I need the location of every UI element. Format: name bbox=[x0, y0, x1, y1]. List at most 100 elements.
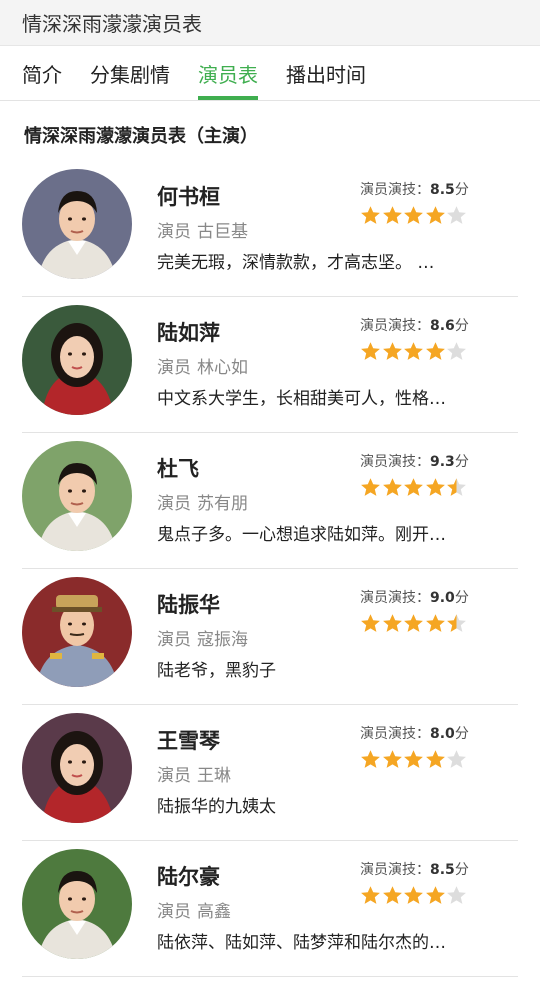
star-icon bbox=[404, 342, 423, 360]
role-description: 完美无瑕，深情款款，才高志坚。 … bbox=[157, 253, 435, 273]
star-icon bbox=[425, 478, 445, 496]
tab-intro[interactable]: 简介 bbox=[22, 46, 62, 100]
tab-bar: 简介 分集剧情 演员表 播出时间 bbox=[0, 46, 540, 101]
rating-label: 演员演技：8.5分 bbox=[360, 179, 469, 199]
cast-card[interactable]: 陆尔豪演员 高鑫陆依萍、陆如萍、陆梦萍和陆尔杰的… 演员演技：8.5分 bbox=[22, 841, 518, 977]
rating-prefix: 演员演技： bbox=[360, 726, 430, 742]
star-icon bbox=[425, 750, 445, 768]
rating-suffix: 分 bbox=[454, 318, 469, 334]
rating-label: 演员演技：8.6分 bbox=[360, 315, 469, 335]
role-description: 陆依萍、陆如萍、陆梦萍和陆尔杰的… bbox=[157, 933, 446, 953]
actor-name[interactable]: 寇振海 bbox=[197, 630, 248, 650]
star-icon bbox=[361, 750, 380, 768]
actor-prefix: 演员 bbox=[157, 494, 191, 514]
rating-label: 演员演技：9.3分 bbox=[360, 451, 469, 471]
star-icon bbox=[382, 478, 402, 496]
rating-prefix: 演员演技： bbox=[360, 318, 430, 334]
star-icon bbox=[404, 614, 423, 632]
rating-label: 演员演技：8.0分 bbox=[360, 723, 469, 743]
page-title: 情深深雨濛濛演员表 bbox=[22, 12, 202, 36]
star-icon bbox=[361, 478, 380, 496]
star-icon bbox=[404, 206, 423, 224]
role-name[interactable]: 陆如萍 bbox=[157, 317, 220, 347]
star-icon bbox=[382, 750, 402, 768]
cast-card[interactable]: 陆振华演员 寇振海陆老爷，黑豹子 演员演技：9.0分 bbox=[22, 569, 518, 705]
rating-score: 8.5 bbox=[430, 862, 455, 878]
star-icon bbox=[447, 886, 466, 904]
rating-prefix: 演员演技： bbox=[360, 590, 430, 606]
star-icon bbox=[447, 206, 466, 224]
actor-prefix: 演员 bbox=[157, 630, 191, 650]
actor-prefix: 演员 bbox=[157, 358, 191, 378]
rating-score: 8.0 bbox=[430, 726, 455, 742]
tab-episodes[interactable]: 分集剧情 bbox=[90, 46, 170, 100]
star-icon bbox=[447, 342, 466, 360]
actor-prefix: 演员 bbox=[157, 766, 191, 786]
star-icon bbox=[404, 478, 423, 496]
star-icon bbox=[382, 342, 402, 360]
role-description: 中文系大学生，长相甜美可人，性格… bbox=[157, 389, 446, 409]
star-icon bbox=[382, 886, 402, 904]
role-name[interactable]: 陆振华 bbox=[157, 589, 220, 619]
star-rating bbox=[360, 477, 468, 498]
portrait-officer-icon[interactable] bbox=[22, 577, 132, 687]
rating-suffix: 分 bbox=[454, 590, 469, 606]
star-rating bbox=[360, 341, 468, 362]
star-rating bbox=[360, 749, 468, 770]
rating-score: 9.3 bbox=[430, 454, 455, 470]
portrait-woman-icon[interactable] bbox=[22, 305, 132, 415]
actor-line: 演员 林心如 bbox=[157, 353, 248, 378]
role-name[interactable]: 何书桓 bbox=[157, 181, 220, 211]
portrait-man-icon[interactable] bbox=[22, 441, 132, 551]
actor-line: 演员 苏有朋 bbox=[157, 489, 248, 514]
actor-line: 演员 古巨基 bbox=[157, 217, 248, 242]
rating-prefix: 演员演技： bbox=[360, 182, 430, 198]
star-icon bbox=[404, 750, 423, 768]
actor-name[interactable]: 苏有朋 bbox=[197, 494, 248, 514]
actor-name[interactable]: 高鑫 bbox=[197, 902, 231, 922]
rating-score: 8.5 bbox=[430, 182, 455, 198]
star-icon bbox=[404, 886, 423, 904]
actor-name[interactable]: 王琳 bbox=[197, 766, 231, 786]
cast-card[interactable]: 王雪琴 演员 王琳 陆振华的九姨太 演员演技：8.0分 bbox=[22, 705, 518, 841]
star-rating bbox=[360, 613, 468, 634]
rating-score: 9.0 bbox=[430, 590, 455, 606]
role-description: 陆老爷，黑豹子 bbox=[157, 661, 276, 681]
cast-card[interactable]: 何书桓演员 古巨基完美无瑕，深情款款，才高志坚。 … 演员演技：8.5分 bbox=[22, 161, 518, 297]
portrait-woman-icon[interactable] bbox=[22, 713, 132, 823]
star-icon bbox=[447, 750, 466, 768]
actor-name[interactable]: 林心如 bbox=[197, 358, 248, 378]
cast-card[interactable]: 陆如萍演员 林心如中文系大学生，长相甜美可人，性格… 演员演技：8.6分 bbox=[22, 297, 518, 433]
star-icon bbox=[361, 206, 380, 224]
tab-schedule[interactable]: 播出时间 bbox=[286, 46, 366, 100]
star-rating bbox=[360, 885, 468, 906]
star-icon bbox=[425, 886, 445, 904]
rating-label: 演员演技：8.5分 bbox=[360, 859, 469, 879]
tab-cast[interactable]: 演员表 bbox=[198, 46, 258, 100]
actor-prefix: 演员 bbox=[157, 902, 191, 922]
star-icon bbox=[382, 206, 402, 224]
top-bar: 情深深雨濛濛演员表 bbox=[0, 0, 540, 46]
rating-score: 8.6 bbox=[430, 318, 455, 334]
star-icon bbox=[361, 886, 380, 904]
star-icon bbox=[447, 478, 466, 496]
star-icon bbox=[361, 614, 380, 632]
role-description: 鬼点子多。一心想追求陆如萍。刚开… bbox=[157, 525, 446, 545]
actor-line: 演员 寇振海 bbox=[157, 625, 248, 650]
role-name[interactable]: 杜飞 bbox=[157, 453, 199, 483]
portrait-man-icon[interactable] bbox=[22, 169, 132, 279]
role-name[interactable]: 王雪琴 bbox=[157, 725, 220, 755]
cast-card[interactable]: 杜飞演员 苏有朋鬼点子多。一心想追求陆如萍。刚开… 演员演技：9.3分 bbox=[22, 433, 518, 569]
star-icon bbox=[447, 614, 466, 632]
star-icon bbox=[382, 614, 402, 632]
actor-line: 演员 高鑫 bbox=[157, 897, 231, 922]
rating-suffix: 分 bbox=[454, 726, 469, 742]
rating-suffix: 分 bbox=[454, 454, 469, 470]
role-name[interactable]: 陆尔豪 bbox=[157, 861, 220, 891]
star-icon bbox=[425, 614, 445, 632]
actor-prefix: 演员 bbox=[157, 222, 191, 242]
rating-prefix: 演员演技： bbox=[360, 862, 430, 878]
portrait-man-icon[interactable] bbox=[22, 849, 132, 959]
star-icon bbox=[361, 342, 380, 360]
actor-name[interactable]: 古巨基 bbox=[197, 222, 248, 242]
